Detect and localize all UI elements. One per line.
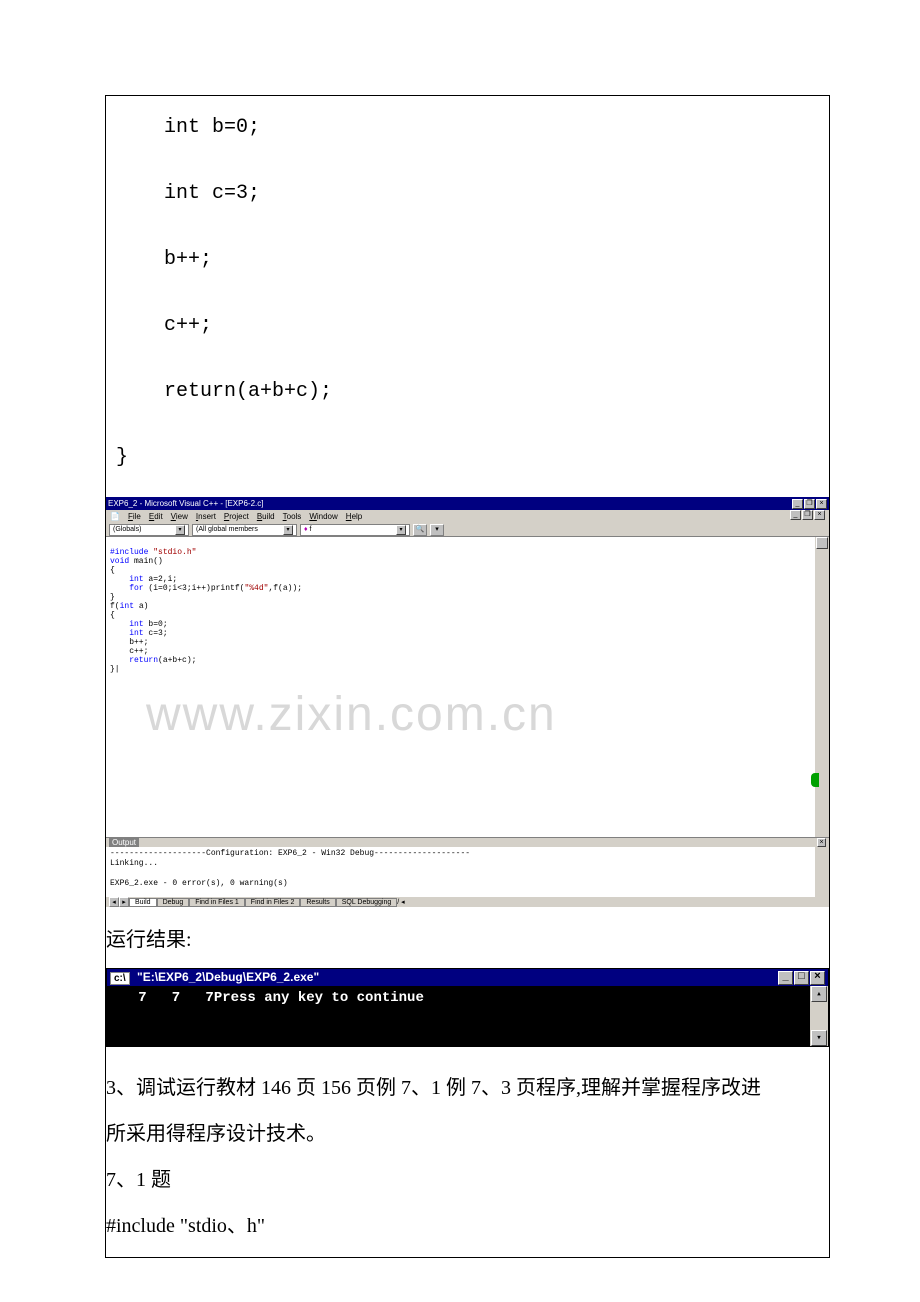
watermark-text: www.zixin.com.cn	[146, 687, 557, 742]
paragraph: 7、1 题	[106, 1157, 829, 1203]
console-titlebar[interactable]: c:\ "E:\EXP6_2\Debug\EXP6_2.exe" _ □ ×	[107, 969, 828, 986]
code-line: c++;	[116, 302, 829, 350]
ide-toolbar: (Globals) ▾ (All global members ▾ ♦ f ▾ …	[106, 523, 829, 537]
menu-project[interactable]: Project	[224, 510, 249, 523]
console-maximize-button[interactable]: □	[794, 971, 809, 985]
code-editor[interactable]: #include "stdio.h" void main() { int a=2…	[106, 537, 829, 837]
mdi-minimize-button[interactable]: _	[790, 510, 801, 520]
tab-scroll-right-button[interactable]: ▸	[119, 897, 129, 907]
paragraph: 3、调试运行教材 146 页 156 页例 7、1 例 7、3 页程序,理解并掌…	[106, 1065, 829, 1111]
output-tabs: ◂ ▸ Build Debug Find in Files 1 Find in …	[106, 897, 829, 907]
body-paragraphs: 3、调试运行教材 146 页 156 页例 7、1 例 7、3 页程序,理解并掌…	[106, 1057, 829, 1257]
members-combo-value: (All global members	[196, 526, 258, 533]
output-tab-find1[interactable]: Find in Files 1	[189, 898, 245, 907]
minimize-button[interactable]: _	[792, 499, 803, 509]
output-tab-sql[interactable]: SQL Debugging	[336, 898, 398, 907]
output-tab-debug[interactable]: Debug	[157, 898, 190, 907]
menu-help[interactable]: Help	[346, 510, 362, 523]
menu-build[interactable]: Build	[257, 510, 275, 523]
function-combo-value: f	[308, 526, 312, 533]
close-button[interactable]: ×	[816, 499, 827, 509]
code-line: }	[116, 434, 829, 482]
toolbar-button[interactable]: ▾	[430, 524, 444, 536]
result-label: 运行结果:	[106, 907, 829, 962]
menu-insert[interactable]: Insert	[196, 510, 216, 523]
dropdown-arrow-icon[interactable]: ▾	[175, 525, 185, 535]
code-line: #include "stdio、h"	[106, 1203, 829, 1249]
output-tab-build[interactable]: Build	[129, 898, 157, 907]
menu-file[interactable]: File	[128, 510, 141, 523]
ide-title-text: EXP6_2 - Microsoft Visual C++ - [EXP6-2.…	[108, 499, 263, 508]
output-title-label: Output	[109, 838, 139, 847]
menubar-icon: 📄	[110, 510, 120, 523]
toolbar-button[interactable]: 🔍	[413, 524, 427, 536]
dropdown-arrow-icon[interactable]: ▾	[283, 525, 293, 535]
tab-scroll-left-button[interactable]: ◂	[109, 897, 119, 907]
menu-tools[interactable]: Tools	[283, 510, 302, 523]
scope-combo-value: (Globals)	[113, 526, 141, 533]
output-pane[interactable]: --------------------Configuration: EXP6_…	[106, 847, 829, 897]
console-window: c:\ "E:\EXP6_2\Debug\EXP6_2.exe" _ □ × 7…	[106, 968, 829, 1047]
menu-view[interactable]: View	[171, 510, 188, 523]
console-minimize-button[interactable]: _	[778, 971, 793, 985]
console-title-text: "E:\EXP6_2\Debug\EXP6_2.exe"	[137, 970, 319, 984]
members-combo[interactable]: (All global members ▾	[192, 524, 297, 536]
mdi-restore-button[interactable]: ❐	[802, 510, 813, 520]
code-line: b++;	[116, 236, 829, 284]
output-close-button[interactable]: ×	[817, 838, 826, 847]
console-close-button[interactable]: ×	[810, 971, 825, 985]
window-controls: _ ❐ ×	[792, 499, 827, 509]
paragraph: 所采用得程序设计技术。	[106, 1111, 829, 1157]
document-frame: int b=0; int c=3; b++; c++; return(a+b+c…	[105, 95, 830, 1258]
output-tab-find2[interactable]: Find in Files 2	[245, 898, 301, 907]
scroll-up-button[interactable]	[816, 537, 828, 549]
console-icon: c:\	[110, 972, 130, 985]
scroll-up-button[interactable]: ▴	[811, 986, 827, 1002]
output-tab-results[interactable]: Results	[300, 898, 335, 907]
code-line: int b=0;	[116, 104, 829, 152]
console-output-text: 7 7 7Press any key to continue	[113, 990, 424, 1006]
code-listing-top: int b=0; int c=3; b++; c++; return(a+b+c…	[106, 96, 829, 497]
ime-indicator-icon	[811, 773, 819, 787]
ide-titlebar[interactable]: EXP6_2 - Microsoft Visual C++ - [EXP6-2.…	[106, 497, 829, 510]
function-combo[interactable]: ♦ f ▾	[300, 524, 410, 536]
console-output: 7 7 7Press any key to continue ▴ ▾	[107, 986, 828, 1046]
mdi-close-button[interactable]: ×	[814, 510, 825, 520]
dropdown-arrow-icon[interactable]: ▾	[396, 525, 406, 535]
menu-window[interactable]: Window	[309, 510, 337, 523]
maximize-button[interactable]: ❐	[804, 499, 815, 509]
editor-content: #include "stdio.h" void main() { int a=2…	[106, 537, 815, 676]
output-panel-title: Output ×	[106, 837, 829, 847]
scroll-down-button[interactable]: ▾	[811, 1030, 827, 1046]
ide-window: EXP6_2 - Microsoft Visual C++ - [EXP6-2.…	[106, 497, 829, 907]
code-line: int c=3;	[116, 170, 829, 218]
mdi-window-controls: _ ❐ ×	[790, 510, 825, 523]
menu-edit[interactable]: Edit	[149, 510, 163, 523]
ide-menubar: 📄 File Edit View Insert Project Build To…	[106, 510, 829, 523]
code-line: return(a+b+c);	[116, 368, 829, 416]
scope-combo[interactable]: (Globals) ▾	[109, 524, 189, 536]
